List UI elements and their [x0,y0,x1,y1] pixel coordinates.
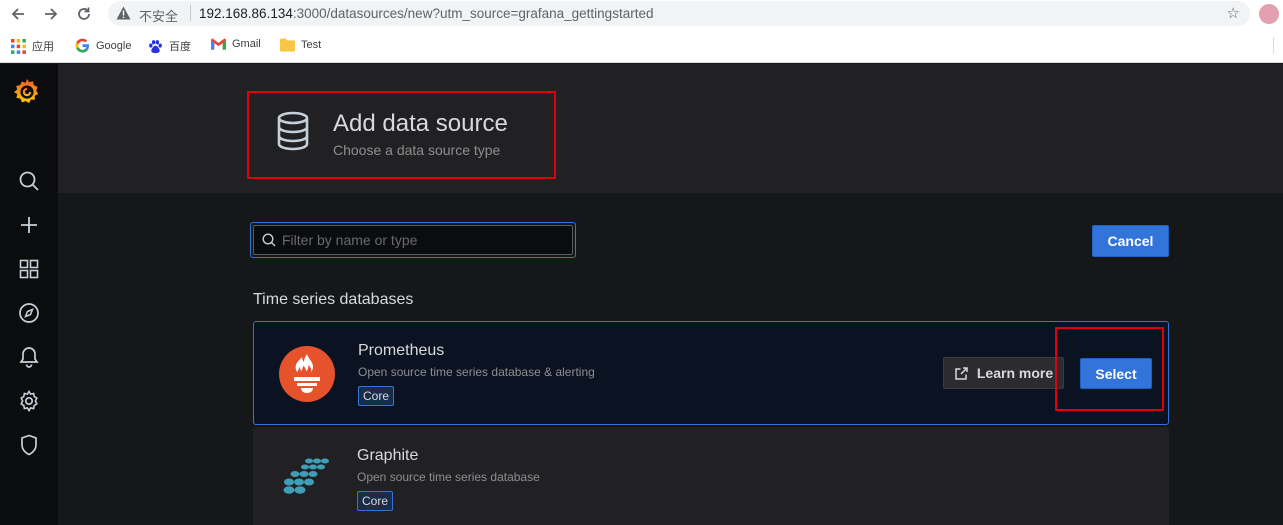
url-host: 192.168.86.134 [199,6,293,21]
grafana-logo-icon[interactable] [11,76,43,108]
graphite-logo-icon [277,457,333,513]
bookmark-label: 应用 [32,41,54,53]
alerting-bell-icon[interactable] [17,345,41,369]
dashboards-icon[interactable] [17,257,41,281]
search-icon[interactable] [17,169,41,193]
server-admin-shield-icon[interactable] [17,433,41,457]
reload-icon[interactable] [74,4,94,24]
url-text[interactable]: 192.168.86.134:3000/datasources/new?utm_… [199,6,653,21]
learn-more-button[interactable]: Learn more [943,357,1064,389]
warning-triangle-icon [116,6,131,25]
forward-icon[interactable] [41,4,61,24]
datasource-card-prometheus[interactable]: Prometheus Open source time series datab… [253,321,1169,425]
apps-grid-icon [11,38,26,54]
configuration-gear-icon[interactable] [17,389,41,413]
prometheus-logo-icon [279,346,335,402]
datasource-name: Graphite [357,447,419,464]
bookmark-apps[interactable]: 应用 [11,38,54,54]
filter-input[interactable] [282,231,562,249]
filter-input-wrapper [250,222,576,258]
bookmark-gmail[interactable]: Gmail [211,38,261,50]
annotation-highlight-box [247,91,556,179]
back-icon[interactable] [8,4,28,24]
baidu-paw-icon [148,39,163,54]
security-label[interactable]: 不安全 [139,6,178,25]
grafana-app: Add data source Choose a data source typ… [0,64,1283,525]
datasource-card-graphite[interactable]: Graphite Open source time series databas… [253,427,1169,525]
bookmark-label: Google [96,39,132,52]
learn-more-label: Learn more [976,365,1054,381]
bookmark-label: Test [301,39,322,51]
bookmarks-bar: 应用 Google 百度 Gmail Test [0,28,1283,63]
datasource-description: Open source time series database & alert… [358,365,595,379]
annotation-highlight-box [1055,327,1164,411]
omnibox-separator [190,5,191,21]
address-bar[interactable]: 不安全 192.168.86.134:3000/datasources/new?… [108,1,1250,26]
url-path: :3000/datasources/new?utm_source=grafana… [292,6,654,21]
cancel-button[interactable]: Cancel [1092,225,1169,257]
browser-toolbar: 不安全 192.168.86.134:3000/datasources/new?… [0,0,1283,28]
datasource-name: Prometheus [358,342,445,359]
bookmark-test[interactable]: Test [280,38,321,52]
gmail-icon [211,38,226,50]
search-icon [262,233,276,252]
core-badge: Core [357,491,394,511]
datasource-description: Open source time series database [357,470,540,484]
google-icon [75,38,90,53]
bookmark-baidu[interactable]: 百度 [148,38,191,54]
bookmarks-divider [1273,37,1274,54]
explore-compass-icon[interactable] [17,301,41,325]
bookmark-label: Gmail [232,38,261,50]
section-title: Time series databases [253,291,414,308]
bookmark-label: 百度 [169,41,191,53]
bookmark-star-icon[interactable]: ☆ [1227,4,1240,22]
folder-icon [280,38,295,52]
bookmark-google[interactable]: Google [75,38,131,53]
filter-field [253,225,573,255]
plus-icon[interactable] [17,213,41,237]
external-link-icon [954,366,969,381]
profile-avatar[interactable] [1259,4,1279,24]
page-header: Add data source Choose a data source typ… [58,64,1283,193]
core-badge: Core [358,386,395,406]
side-menu [0,64,58,525]
